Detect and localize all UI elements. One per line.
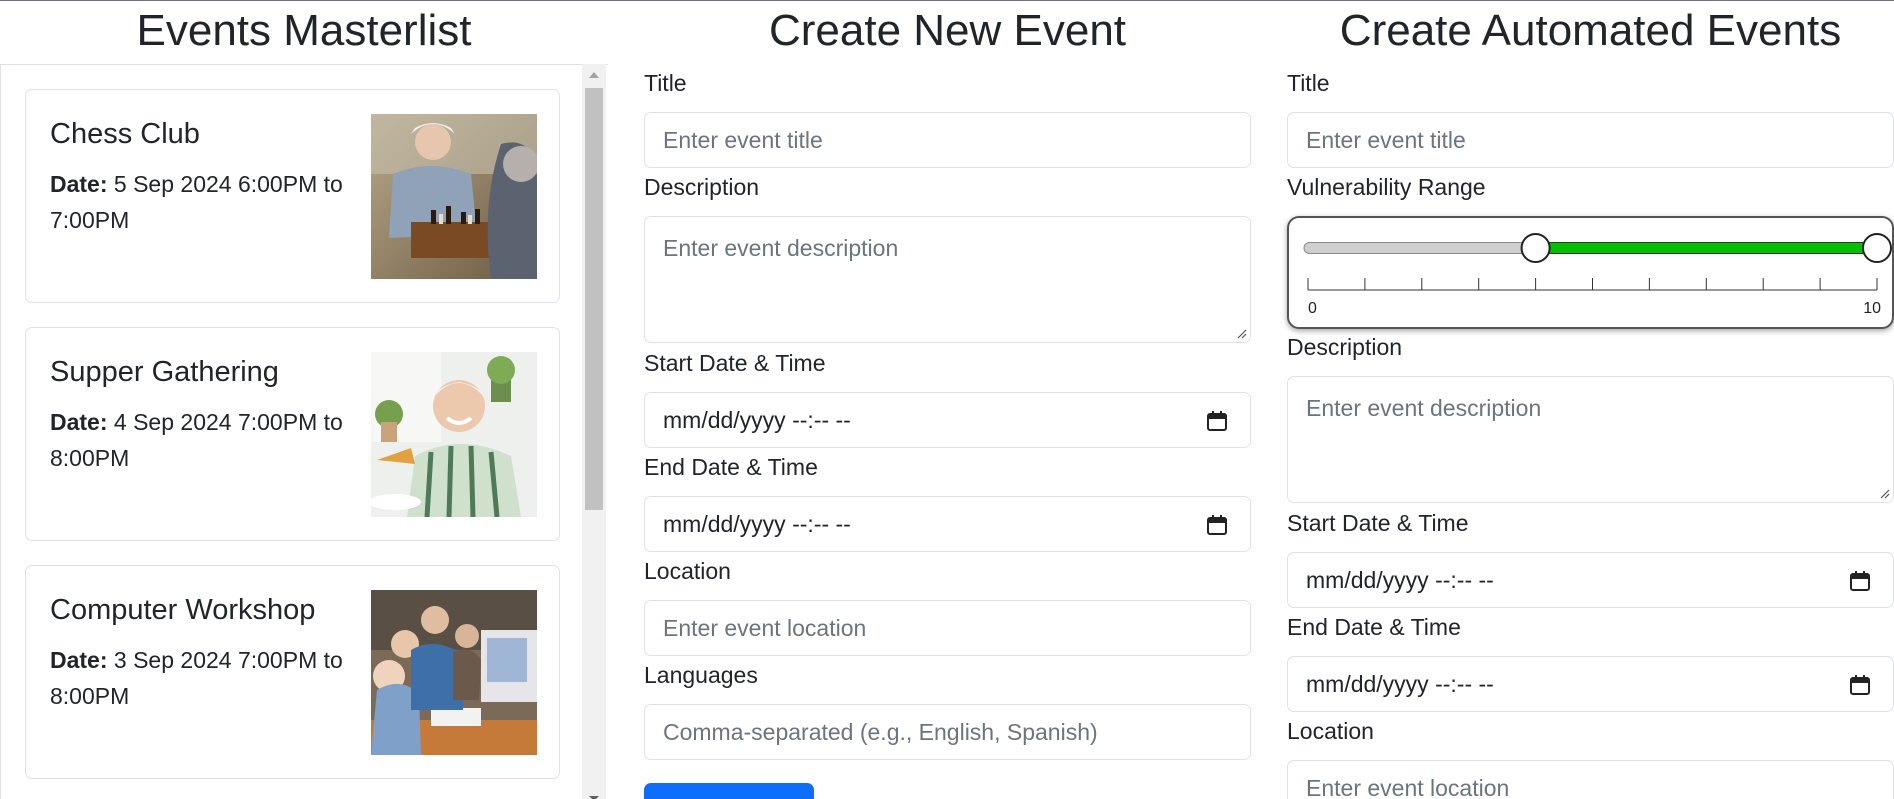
calendar-icon[interactable] [1849, 570, 1871, 592]
calendar-icon[interactable] [1206, 410, 1228, 432]
range-max-label: 10 [1863, 300, 1881, 317]
event-card[interactable]: Chess Club Date: 5 Sep 2024 6:00PM to 7:… [25, 89, 560, 303]
end-datetime-input[interactable]: mm/dd/yyyy --:-- -- [644, 496, 1251, 552]
start-datetime-label: Start Date & Time [644, 350, 826, 376]
location-label: Location [644, 558, 731, 584]
events-masterlist[interactable]: Chess Club Date: 5 Sep 2024 6:00PM to 7:… [0, 64, 608, 799]
event-date: Date: 4 Sep 2024 7:00PM to 8:00PM [50, 404, 360, 476]
calendar-icon[interactable] [1849, 674, 1871, 696]
auto-start-datetime-label: Start Date & Time [1287, 510, 1469, 536]
end-datetime-value: mm/dd/yyyy --:-- -- [663, 511, 851, 537]
auto-end-datetime-label: End Date & Time [1287, 614, 1461, 640]
languages-label: Languages [644, 662, 758, 688]
auto-start-datetime-value: mm/dd/yyyy --:-- -- [1306, 567, 1494, 593]
create-event-title: Create New Event [768, 6, 1127, 55]
resize-grip-icon[interactable] [1878, 487, 1890, 499]
event-card[interactable]: Supper Gathering Date: 4 Sep 2024 7:00PM… [25, 327, 560, 541]
date-label: Date: [50, 171, 108, 197]
event-title: Chess Club [50, 118, 200, 150]
auto-description-label: Description [1287, 334, 1403, 360]
auto-description-placeholder: Enter event description [1306, 395, 1542, 421]
start-datetime-value: mm/dd/yyyy --:-- -- [663, 407, 851, 433]
end-datetime-label: End Date & Time [644, 454, 818, 480]
start-datetime-input[interactable]: mm/dd/yyyy --:-- -- [644, 392, 1251, 448]
date-label: Date: [50, 409, 108, 435]
auto-start-datetime-input[interactable]: mm/dd/yyyy --:-- -- [1287, 552, 1894, 608]
title-input[interactable]: Enter event title [644, 112, 1251, 168]
description-placeholder: Enter event description [663, 235, 899, 261]
auto-title-input[interactable]: Enter event title [1287, 112, 1894, 168]
auto-title-label: Title [1287, 70, 1330, 96]
event-date: Date: 5 Sep 2024 6:00PM to 7:00PM [50, 166, 360, 238]
range-handle-high[interactable] [1862, 233, 1892, 263]
range-fill [1535, 242, 1878, 254]
chess-players-photo [371, 114, 537, 279]
languages-input[interactable]: Comma-separated (e.g., English, Spanish) [644, 704, 1251, 760]
range-ticks [1307, 278, 1878, 291]
vulnerability-range-slider[interactable]: 0 10 [1287, 216, 1894, 329]
auto-location-label: Location [1287, 718, 1374, 744]
title-label: Title [644, 70, 687, 96]
range-slider-graphic[interactable]: 0 10 [1289, 218, 1894, 329]
masterlist-title: Events Masterlist [136, 6, 472, 55]
vulnerability-range-label: Vulnerability Range [1287, 174, 1486, 200]
event-title: Supper Gathering [50, 356, 279, 388]
resize-grip-icon[interactable] [1235, 327, 1247, 339]
event-title: Computer Workshop [50, 594, 316, 626]
automated-events-title: Create Automated Events [1339, 6, 1842, 55]
auto-description-textarea[interactable]: Enter event description [1287, 376, 1894, 503]
range-min-label: 0 [1308, 300, 1317, 317]
description-textarea[interactable]: Enter event description [644, 216, 1251, 343]
auto-end-datetime-value: mm/dd/yyyy --:-- -- [1306, 671, 1494, 697]
auto-location-input[interactable]: Enter event location [1287, 760, 1894, 799]
event-card[interactable]: Computer Workshop Date: 3 Sep 2024 7:00P… [25, 565, 560, 779]
calendar-icon[interactable] [1206, 514, 1228, 536]
range-handle-low[interactable] [1520, 233, 1551, 263]
seniors-at-computer-photo [371, 590, 537, 755]
auto-end-datetime-input[interactable]: mm/dd/yyyy --:-- -- [1287, 656, 1894, 712]
scroll-thumb[interactable] [585, 88, 603, 510]
date-label: Date: [50, 647, 108, 673]
submit-event-button[interactable] [644, 783, 814, 799]
location-input[interactable]: Enter event location [644, 600, 1251, 656]
scroll-up-arrow-icon[interactable] [582, 64, 606, 86]
man-eating-pizza-photo [371, 352, 537, 517]
description-label: Description [644, 174, 760, 200]
scroll-down-arrow-icon[interactable] [582, 790, 606, 799]
event-date: Date: 3 Sep 2024 7:00PM to 8:00PM [50, 642, 360, 714]
masterlist-scrollbar[interactable] [582, 64, 606, 799]
